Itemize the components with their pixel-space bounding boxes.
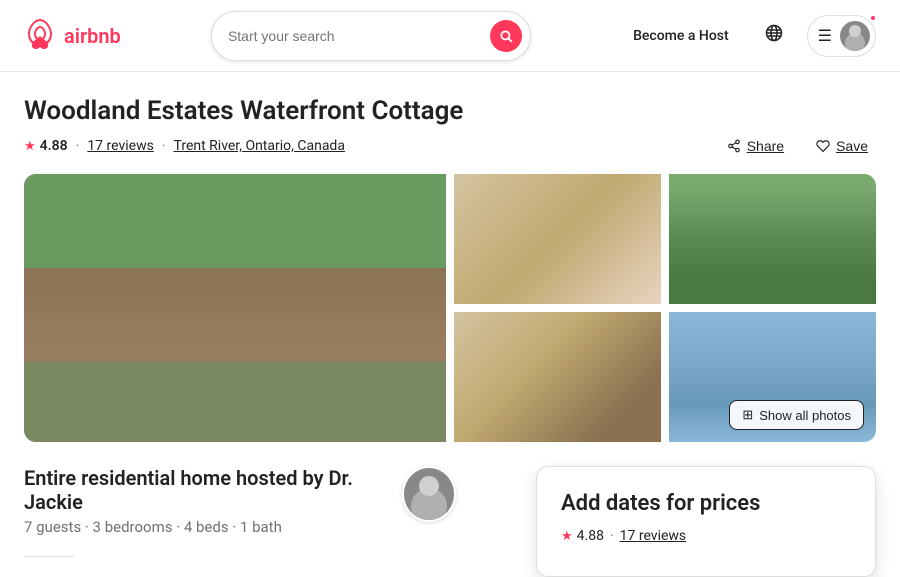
photo-grid: ⊞ Show all photos — [24, 174, 876, 442]
language-button[interactable] — [757, 16, 791, 55]
reviews-link[interactable]: 17 reviews — [87, 138, 154, 154]
photo-main[interactable] — [24, 174, 446, 442]
avatar — [840, 21, 870, 51]
grid-icon: ⊞ — [742, 407, 753, 423]
body-section: Entire residential home hosted by Dr. Ja… — [24, 442, 876, 577]
user-menu-button[interactable]: ☰ — [807, 15, 876, 57]
listing-meta: ★ 4.88 · 17 reviews · Trent River, Ontar… — [24, 134, 876, 158]
header-right: Become a Host ☰ — [621, 15, 876, 57]
save-button[interactable]: Save — [808, 134, 876, 158]
booking-card: Add dates for prices ★ 4.88 · 17 reviews — [536, 466, 876, 577]
show-photos-label: Show all photos — [759, 408, 851, 423]
card-star-icon: ★ — [561, 529, 573, 544]
logo-text: airbnb — [64, 24, 121, 48]
separator-dot-1: · — [76, 138, 80, 154]
save-label: Save — [836, 138, 868, 154]
listing-info: Entire residential home hosted by Dr. Ja… — [24, 466, 456, 577]
search-bar[interactable] — [211, 11, 531, 61]
listing-title: Woodland Estates Waterfront Cottage — [24, 96, 876, 126]
hamburger-icon: ☰ — [818, 26, 832, 45]
logo[interactable]: airbnb — [24, 18, 121, 54]
page-content: Woodland Estates Waterfront Cottage ★ 4.… — [0, 72, 900, 577]
host-avatar[interactable] — [402, 466, 456, 522]
card-reviews-link[interactable]: 17 reviews — [620, 528, 687, 544]
add-dates-title: Add dates for prices — [561, 491, 851, 516]
card-rating-value: 4.88 — [577, 528, 604, 544]
photo-bathroom[interactable] — [454, 174, 661, 304]
photo-right-grid: ⊞ Show all photos — [454, 174, 876, 442]
header: airbnb Become a Host ☰ — [0, 0, 900, 72]
location-link[interactable]: Trent River, Ontario, Canada — [174, 138, 345, 154]
meta-right: Share Save — [719, 134, 876, 158]
photo-main-inner — [24, 174, 446, 442]
rating-value: 4.88 — [40, 138, 68, 154]
hosting-title: Entire residential home hosted by Dr. Ja… — [24, 466, 402, 514]
show-all-photos-button[interactable]: ⊞ Show all photos — [729, 400, 864, 430]
separator — [24, 556, 74, 557]
star-icon: ★ — [24, 139, 36, 154]
photo-dining[interactable] — [454, 312, 661, 442]
airbnb-logo-icon — [24, 18, 56, 54]
hosting-details: 7 guests · 3 bedrooms · 4 beds · 1 bath — [24, 518, 402, 536]
become-host-link[interactable]: Become a Host — [621, 20, 741, 52]
card-rating-separator: · — [610, 528, 614, 544]
share-button[interactable]: Share — [719, 134, 792, 158]
hosting-info: Entire residential home hosted by Dr. Ja… — [24, 466, 402, 536]
card-rating: ★ 4.88 · 17 reviews — [561, 528, 851, 544]
search-input[interactable] — [228, 28, 490, 44]
notification-dot — [869, 14, 877, 22]
search-button[interactable] — [490, 20, 522, 52]
photo-dock[interactable]: ⊞ Show all photos — [669, 312, 876, 442]
photo-lake[interactable] — [669, 174, 876, 304]
listing-info-row: Entire residential home hosted by Dr. Ja… — [24, 466, 456, 536]
meta-left: ★ 4.88 · 17 reviews · Trent River, Ontar… — [24, 138, 345, 154]
share-label: Share — [747, 138, 784, 154]
separator-dot-2: · — [162, 138, 166, 154]
